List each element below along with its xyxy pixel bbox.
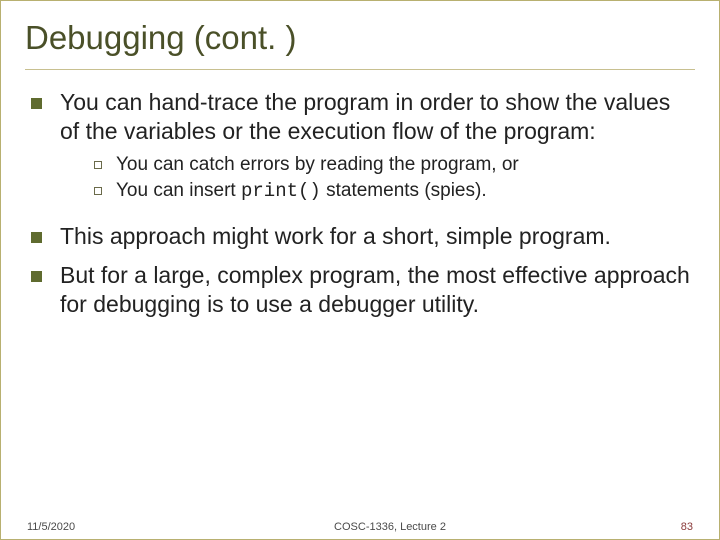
list-item: But for a large, complex program, the mo… [25, 261, 695, 320]
footer-course: COSC-1336, Lecture 2 [147, 521, 633, 533]
footer-date: 11/5/2020 [27, 521, 147, 533]
text-fragment: statements (spies). [321, 180, 487, 201]
sub-bullet-list: You can catch errors by reading the prog… [60, 153, 695, 204]
sub-bullet-text: You can insert print() statements (spies… [116, 179, 487, 203]
square-bullet-icon [31, 98, 42, 109]
slide: Debugging (cont. ) You can hand-trace th… [0, 0, 720, 540]
sub-bullet-text: You can catch errors by reading the prog… [116, 153, 519, 177]
hollow-square-bullet-icon [94, 187, 102, 195]
bullet-list: You can hand-trace the program in order … [25, 88, 695, 320]
list-item: You can hand-trace the program in order … [25, 88, 695, 212]
footer-page-number: 83 [633, 521, 693, 533]
list-item: You can insert print() statements (spies… [60, 179, 695, 203]
bullet-text: You can hand-trace the program in order … [60, 89, 670, 144]
list-item: This approach might work for a short, si… [25, 222, 695, 251]
list-item: You can catch errors by reading the prog… [60, 153, 695, 177]
hollow-square-bullet-icon [94, 161, 102, 169]
bullet-text: But for a large, complex program, the mo… [60, 261, 695, 320]
slide-footer: 11/5/2020 COSC-1336, Lecture 2 83 [25, 517, 695, 535]
square-bullet-icon [31, 271, 42, 282]
square-bullet-icon [31, 232, 42, 243]
bullet-text-wrap: You can hand-trace the program in order … [60, 88, 695, 212]
text-fragment: You can insert [116, 180, 241, 201]
code-fragment: print() [241, 180, 321, 202]
slide-content: You can hand-trace the program in order … [25, 88, 695, 517]
slide-title: Debugging (cont. ) [25, 11, 695, 70]
bullet-text: This approach might work for a short, si… [60, 222, 611, 251]
